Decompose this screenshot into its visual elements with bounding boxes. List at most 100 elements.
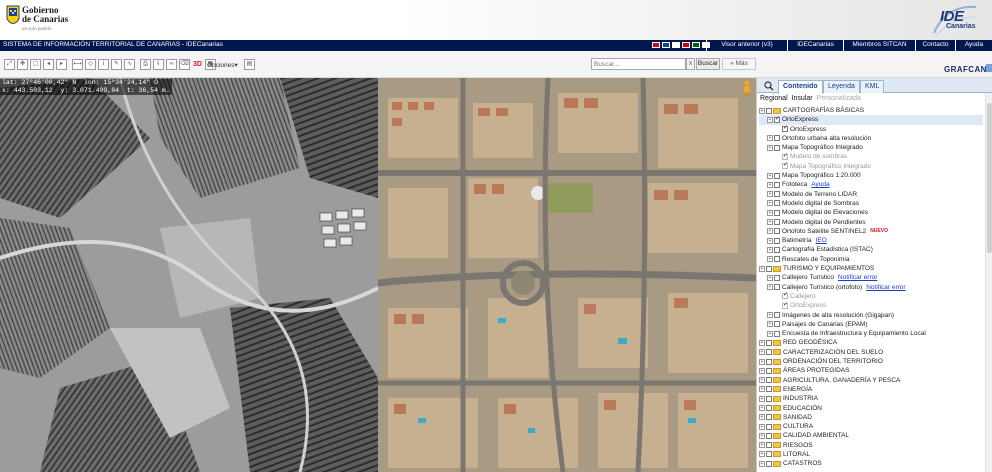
tree-row[interactable]: + Modelo digital de Sombras [759, 199, 983, 208]
options-panel-icon[interactable]: ▤ [244, 59, 255, 70]
expand-icon[interactable]: + [759, 414, 765, 421]
tree-row[interactable]: + CALIDAD AMBIENTAL [759, 431, 983, 440]
layer-checkbox[interactable] [766, 432, 772, 439]
expand-icon[interactable]: + [759, 405, 765, 411]
tree-row[interactable]: + LITORAL [759, 450, 983, 459]
layer-checkbox[interactable] [782, 152, 788, 161]
idecanarias-logo[interactable]: IDE Canarias [932, 3, 978, 37]
gobierno-canarias-logo[interactable] [5, 5, 21, 29]
subtab-regional[interactable]: Regional [760, 95, 788, 102]
expand-icon[interactable]: + [767, 330, 773, 337]
mas-button[interactable]: » Más [722, 58, 756, 70]
opciones-menu[interactable]: Opciones▾ [207, 61, 238, 69]
expand-icon[interactable]: + [767, 219, 773, 226]
tab-leyenda[interactable]: Leyenda [823, 80, 860, 93]
flag-fr-icon[interactable] [672, 42, 680, 48]
nav-ayuda[interactable]: Ayuda [955, 40, 992, 51]
tree-row[interactable]: + Fototeca Ayuda [759, 180, 983, 189]
expand-icon[interactable]: + [759, 423, 765, 430]
layer-checkbox[interactable] [782, 161, 788, 170]
layer-checkbox[interactable] [782, 124, 788, 133]
tree-row[interactable]: OrtoExpress [759, 301, 983, 310]
3d-view-button[interactable]: 3D [192, 59, 203, 70]
tree-row[interactable]: + Modelo de Terreno LIDAR [759, 190, 983, 199]
tree-row[interactable]: + AGRICULTURA, GANADERÍA Y PESCA [759, 376, 983, 385]
expand-icon[interactable]: + [759, 107, 765, 114]
draw-icon[interactable]: ✎ [111, 59, 122, 70]
layer-checkbox[interactable] [774, 172, 780, 179]
measure-area-icon[interactable]: ◇ [85, 59, 96, 70]
layer-checkbox[interactable] [766, 442, 772, 449]
clear-icon[interactable]: ⌫ [179, 59, 190, 70]
layer-checkbox[interactable] [774, 181, 780, 188]
map-view[interactable]: lat: 27º46'00,42" N lon: 15º34'24,14" O … [0, 78, 756, 472]
tree-row[interactable]: + Rescates de Toponimia [759, 255, 983, 264]
expand-icon[interactable]: + [759, 358, 765, 365]
nav-idecanarias[interactable]: IDECanarias [787, 40, 843, 51]
flag-pt-icon[interactable] [692, 42, 700, 48]
expand-icon[interactable]: + [767, 228, 773, 235]
layer-checkbox[interactable] [766, 414, 772, 421]
tab-contenido[interactable]: Contenido [778, 80, 823, 94]
layer-checkbox[interactable] [774, 191, 780, 198]
nav-miembros-sitcan[interactable]: Miembros SITCAN [843, 40, 915, 51]
expand-icon[interactable]: + [759, 432, 765, 439]
layer-checkbox[interactable] [782, 291, 788, 300]
layer-checkbox[interactable] [774, 256, 780, 263]
tree-row[interactable]: + Paisajes de Canarias (EPAM) [759, 320, 983, 329]
next-view-icon[interactable]: ▸ [56, 59, 67, 70]
expand-icon[interactable]: + [767, 237, 773, 244]
street-view-pegman-icon[interactable] [742, 80, 752, 96]
profile-icon[interactable]: ∿ [124, 59, 135, 70]
tree-row[interactable]: + ÁREAS PROTEGIDAS [759, 366, 983, 375]
zoom-box-icon[interactable]: ▢ [30, 59, 41, 70]
tree-row[interactable]: + CARTOGRAFÍAS BÁSICAS [759, 106, 983, 115]
search-button[interactable]: Buscar [696, 58, 720, 70]
tree-row[interactable]: + RED GEODÉSICA [759, 338, 983, 347]
layer-checkbox[interactable] [774, 200, 780, 207]
layer-checkbox[interactable] [766, 367, 772, 374]
expand-icon[interactable]: + [767, 135, 773, 142]
tree-row[interactable]: + Callejero Turístico Notificar error [759, 273, 983, 282]
tree-row[interactable]: + ENERGÍA [759, 385, 983, 394]
layer-checkbox[interactable] [766, 405, 772, 411]
flag-en-icon[interactable] [662, 42, 670, 48]
pan-icon[interactable]: ✥ [17, 59, 28, 70]
tree-row[interactable]: + Callejero Turístico (ortofoto) Notificar… [759, 283, 983, 292]
grafcan-logo[interactable]: GRAFCAN [944, 65, 987, 74]
zoom-extent-icon[interactable]: ⤢ [4, 59, 15, 70]
layer-checkbox[interactable] [774, 219, 780, 226]
tree-row[interactable]: + Modelo digital de Pendientes [759, 218, 983, 227]
tree-row[interactable]: + TURISMO Y EQUIPAMIENTOS [759, 264, 983, 273]
expand-icon[interactable]: + [767, 144, 773, 151]
expand-icon[interactable]: + [759, 349, 765, 356]
layer-checkbox[interactable] [774, 237, 780, 244]
expand-icon[interactable]: + [767, 284, 773, 291]
expand-icon[interactable]: + [759, 377, 765, 384]
tree-row[interactable]: + Mapa Topográfico Integrado [759, 143, 983, 152]
expand-icon[interactable]: + [767, 172, 773, 179]
layer-checkbox[interactable] [766, 339, 772, 346]
info-icon[interactable]: i [98, 59, 109, 70]
layer-link[interactable]: IEO [816, 237, 827, 244]
tab-kml[interactable]: KML [860, 80, 885, 93]
print-icon[interactable]: ⎙ [140, 59, 151, 70]
tree-row[interactable]: + ORDENACIÓN DEL TERRITORIO [759, 357, 983, 366]
tree-row[interactable]: + Ortofoto urbana alta resolución [759, 134, 983, 143]
layer-checkbox[interactable] [774, 144, 780, 151]
panel-scrollbar[interactable] [985, 93, 992, 472]
expand-icon[interactable]: + [767, 321, 773, 328]
tree-row[interactable]: + CARACTERIZACIÓN DEL SUELO [759, 348, 983, 357]
subtab-personalizada[interactable]: Personalizada [817, 95, 861, 102]
tree-row[interactable]: + EDUCACIÓN [759, 404, 983, 413]
search-layers-icon[interactable] [761, 80, 777, 92]
tree-row[interactable]: + CULTURA [759, 422, 983, 431]
layer-checkbox[interactable] [766, 377, 772, 384]
tree-row[interactable]: + Imágenes de alta resolución (Gigapan) [759, 311, 983, 320]
map-right-color-ortho[interactable] [378, 78, 756, 472]
layer-checkbox[interactable] [774, 115, 780, 124]
tree-row[interactable]: + Mapa Topográfico 1:20.000 [759, 171, 983, 180]
layer-link[interactable]: Notificar error [838, 274, 877, 281]
layer-checkbox[interactable] [766, 451, 772, 458]
layer-checkbox[interactable] [774, 209, 780, 216]
